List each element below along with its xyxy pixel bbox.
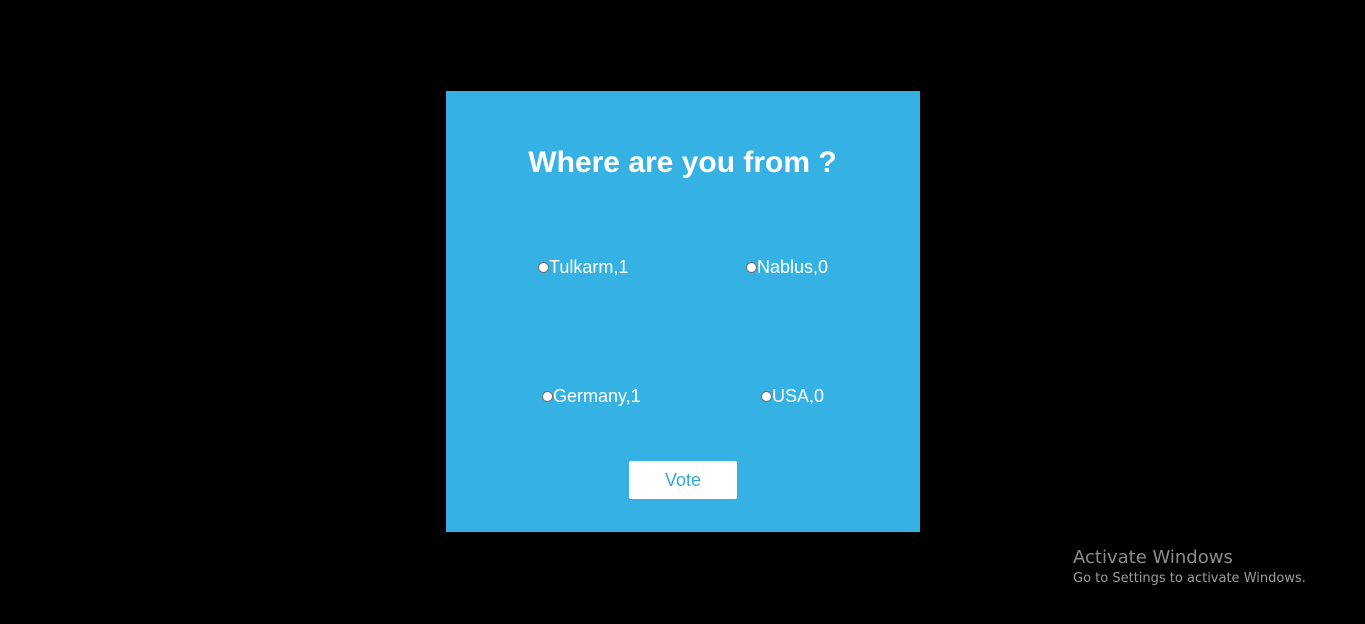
option-label: Nablus,0 (757, 257, 829, 277)
option-tulkarm[interactable]: Tulkarm,1 (538, 256, 628, 278)
poll-title: Where are you from ? (528, 146, 837, 179)
radio-button[interactable] (761, 390, 772, 402)
option-germany[interactable]: Germany,1 (542, 385, 641, 407)
watermark-title: Activate Windows (1073, 547, 1233, 568)
radio-button[interactable] (746, 261, 757, 273)
watermark-subtitle: Go to Settings to activate Windows. (1073, 571, 1306, 586)
option-label: USA,0 (772, 386, 825, 406)
option-label: Tulkarm,1 (549, 257, 629, 277)
activate-windows-watermark: Activate Windows Go to Settings to activ… (1073, 546, 1306, 588)
option-label: Germany,1 (553, 386, 641, 406)
option-nablus[interactable]: Nablus,0 (746, 256, 828, 278)
vote-button[interactable]: Vote (629, 461, 737, 499)
radio-button[interactable] (538, 261, 549, 273)
option-usa[interactable]: USA,0 (761, 385, 824, 407)
radio-button[interactable] (542, 390, 553, 402)
